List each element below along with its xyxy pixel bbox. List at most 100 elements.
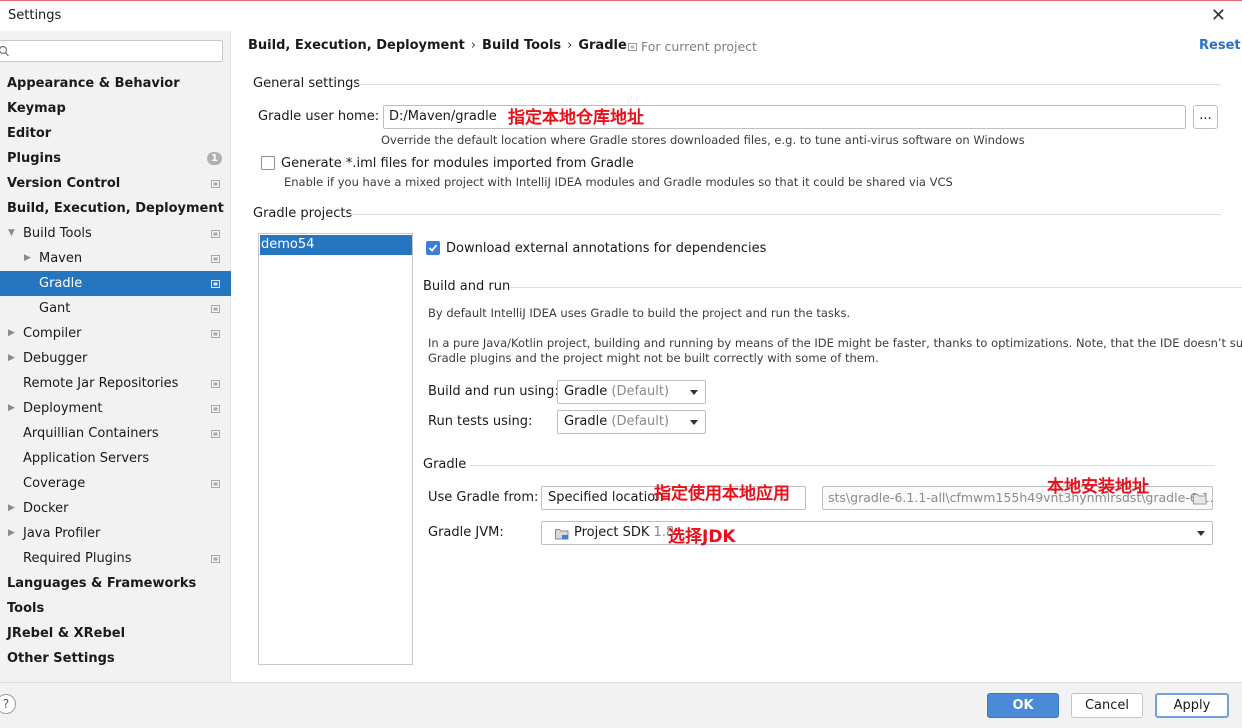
build-run-using-label: Build and run using:	[428, 384, 559, 399]
build-run-note-line2: Gradle plugins and the project might not…	[428, 351, 879, 365]
sidebar-item[interactable]: Editor	[0, 121, 231, 146]
annotation-install-location: 本地安装地址	[1047, 477, 1149, 497]
divider	[509, 287, 1242, 288]
browse-button[interactable]: ...	[1193, 105, 1218, 129]
project-list-item[interactable]: demo54	[260, 235, 412, 255]
sidebar-item[interactable]: Build, Execution, Deployment	[0, 196, 231, 221]
breadcrumb: Build, Execution, Deployment › Build Tools…	[248, 38, 627, 53]
sidebar-item-label: Remote Jar Repositories	[23, 376, 179, 391]
general-settings-title: General settings	[253, 76, 361, 91]
sdk-folder-icon	[555, 529, 569, 540]
cancel-button[interactable]: Cancel	[1071, 693, 1143, 718]
sidebar-item-label: Gradle	[39, 276, 83, 291]
sidebar-item-label: Deployment	[23, 401, 103, 416]
sidebar-item[interactable]: Other Settings	[0, 646, 231, 671]
gradle-user-home-hint: Override the default location where Grad…	[381, 133, 1025, 147]
sidebar-item-label: Java Profiler	[23, 526, 101, 541]
sidebar-item[interactable]: ▶ Debugger	[0, 346, 231, 371]
gradle-jvm-select[interactable]: Project SDK 1.8	[541, 521, 1213, 545]
sidebar-item[interactable]: ▶ Deployment	[0, 396, 231, 421]
sidebar-item[interactable]: Keymap	[0, 96, 231, 121]
collapse-arrow-icon[interactable]: ▶	[8, 346, 15, 371]
sidebar-item-label: Tools	[7, 601, 45, 616]
sidebar-item[interactable]: Arquillian Containers	[0, 421, 231, 446]
gradle-user-home-label: Gradle user home:	[258, 109, 380, 124]
close-icon[interactable]: ✕	[1211, 5, 1226, 26]
search-input[interactable]	[0, 40, 223, 62]
check-icon	[428, 244, 438, 252]
generate-iml-checkbox[interactable]	[261, 156, 275, 170]
sidebar-item[interactable]: ▶ Java Profiler	[0, 521, 231, 546]
project-level-icon	[211, 330, 220, 338]
gradle-location-input[interactable]: sts\gradle-6.1.1-all\cfmwm155h49vnt3hynm…	[822, 486, 1213, 510]
sidebar-item-label: Version Control	[7, 176, 121, 191]
sidebar-item-label: Plugins	[7, 151, 61, 166]
run-tests-select[interactable]: Gradle (Default)	[557, 410, 706, 434]
breadcrumb-item[interactable]: Build, Execution, Deployment	[248, 38, 465, 53]
sidebar-item-label: Compiler	[23, 326, 82, 341]
sidebar-item[interactable]: Gradle	[0, 271, 231, 296]
sidebar-item[interactable]: Coverage	[0, 471, 231, 496]
annotation-use-local: 指定使用本地应用	[654, 484, 790, 504]
collapse-arrow-icon[interactable]: ▶	[8, 521, 15, 546]
title-bar: Settings ✕	[0, 1, 1242, 31]
sidebar-item[interactable]: JRebel & XRebel	[0, 621, 231, 646]
sidebar-item-label: Build Tools	[23, 226, 92, 241]
sidebar-item[interactable]: ▼ Build Tools	[0, 221, 231, 246]
collapse-arrow-icon[interactable]: ▶	[8, 396, 15, 421]
sidebar-item[interactable]: Required Plugins	[0, 546, 231, 571]
collapse-arrow-icon[interactable]: ▶	[24, 246, 31, 271]
breadcrumb-item[interactable]: Build Tools	[482, 38, 561, 53]
collapse-arrow-icon[interactable]: ▶	[8, 321, 15, 346]
build-and-run-title: Build and run	[423, 279, 511, 294]
breadcrumb-separator: ›	[567, 38, 573, 53]
gradle-jvm-label: Gradle JVM:	[428, 525, 504, 540]
run-tests-value: Gradle	[564, 414, 608, 429]
sidebar-item[interactable]: Version Control	[0, 171, 231, 196]
project-icon	[628, 43, 637, 51]
ok-button[interactable]: OK	[987, 693, 1059, 718]
folder-icon	[1193, 494, 1207, 505]
sidebar-item[interactable]: Gant	[0, 296, 231, 321]
sidebar-item[interactable]: Plugins 1	[0, 146, 231, 171]
sidebar-item-label: Appearance & Behavior	[7, 76, 180, 91]
annotation-select-jdk: 选择JDK	[668, 527, 736, 547]
reset-link[interactable]: Reset	[1199, 38, 1241, 53]
breadcrumb-separator: ›	[470, 38, 477, 53]
build-run-using-default: (Default)	[611, 384, 670, 399]
sidebar-item[interactable]: ▶ Docker	[0, 496, 231, 521]
download-annotations-checkbox[interactable]	[426, 241, 440, 255]
gradle-jvm-value: Project SDK	[574, 525, 650, 540]
project-level-icon	[211, 555, 220, 563]
chevron-down-icon	[690, 390, 698, 395]
project-level-icon	[211, 280, 220, 288]
sidebar-item[interactable]: Tools	[0, 596, 231, 621]
use-gradle-from-label: Use Gradle from:	[428, 490, 539, 505]
project-level-icon	[211, 255, 220, 263]
settings-tree: Appearance & Behavior Keymap Editor Plugins…	[0, 71, 231, 671]
build-run-using-value: Gradle	[564, 384, 608, 399]
sidebar-item[interactable]: Languages & Frameworks	[0, 571, 231, 596]
sidebar-item[interactable]: Appearance & Behavior	[0, 71, 231, 96]
apply-button[interactable]: Apply	[1155, 693, 1229, 718]
run-tests-default: (Default)	[611, 414, 670, 429]
sidebar-item[interactable]: ▶ Maven	[0, 246, 231, 271]
for-current-project: For current project	[628, 39, 757, 54]
sidebar-item-label: Coverage	[23, 476, 86, 491]
project-level-icon	[211, 405, 220, 413]
collapse-arrow-icon[interactable]: ▶	[8, 496, 15, 521]
sidebar-item[interactable]: Remote Jar Repositories	[0, 371, 231, 396]
expand-arrow-icon[interactable]: ▼	[8, 221, 15, 246]
update-count-badge: 1	[207, 152, 222, 165]
chevron-down-icon	[1197, 531, 1205, 536]
divider	[354, 84, 1221, 85]
help-icon[interactable]: ?	[0, 694, 16, 714]
sidebar-item[interactable]: Application Servers	[0, 446, 231, 471]
sidebar-item-label: Other Settings	[7, 651, 115, 666]
gradle-user-home-value: D:/Maven/gradle	[389, 109, 497, 124]
sidebar-item[interactable]: ▶ Compiler	[0, 321, 231, 346]
build-run-description: By default IntelliJ IDEA uses Gradle to …	[428, 306, 851, 320]
gradle-user-home-input[interactable]: D:/Maven/gradle	[383, 105, 1186, 129]
divider	[470, 465, 1215, 466]
build-run-using-select[interactable]: Gradle (Default)	[557, 380, 706, 404]
